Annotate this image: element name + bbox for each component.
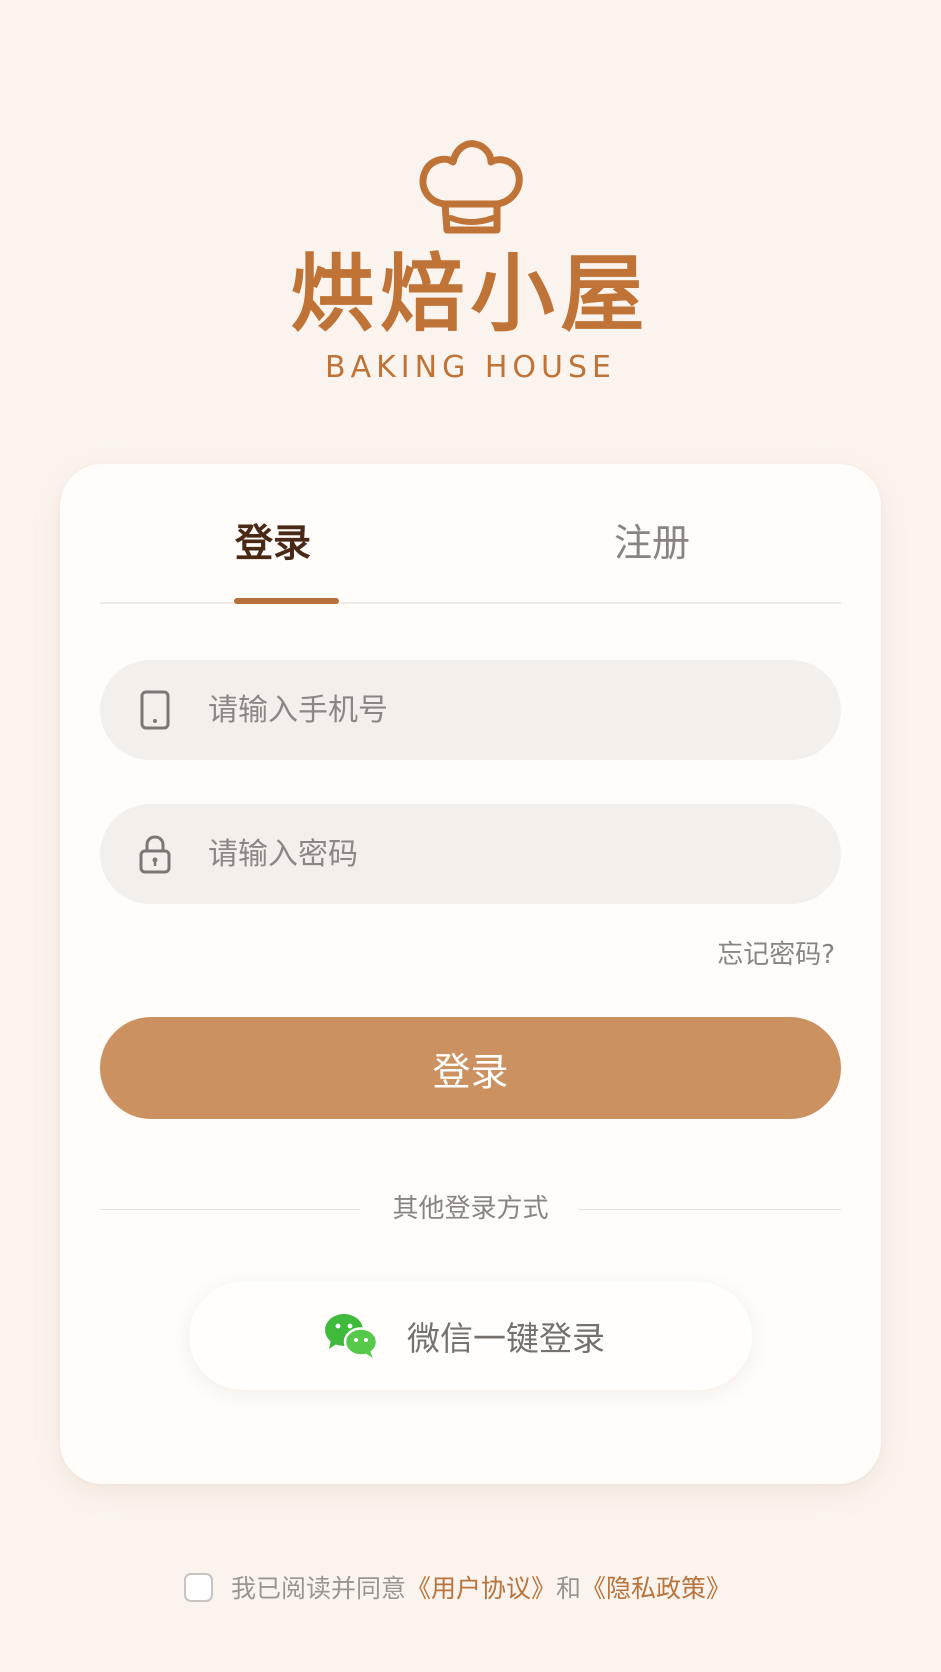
brand-subtitle: BAKING HOUSE — [325, 350, 616, 385]
forgot-password-link[interactable]: 忘记密码? — [717, 934, 835, 971]
divider-line-right — [579, 1209, 841, 1210]
brand-title: 烘焙小屋 — [290, 245, 651, 343]
tab-bar: 登录 注册 — [100, 464, 841, 604]
phone-field[interactable] — [100, 660, 841, 760]
phone-input[interactable] — [208, 692, 768, 728]
wechat-login-button[interactable]: 微信一键登录 — [189, 1282, 752, 1390]
privacy-policy-link[interactable]: 《隐私政策》 — [581, 1569, 731, 1605]
other-login-divider: 其他登录方式 — [100, 1194, 841, 1224]
agreement-checkbox[interactable] — [184, 1572, 213, 1602]
password-field[interactable] — [100, 804, 841, 904]
agreement-prefix: 我已阅读并同意 — [231, 1574, 407, 1603]
active-tab-indicator — [234, 598, 339, 604]
agreement-row: 我已阅读并同意 《用户协议》 和 《隐私政策》 — [184, 1570, 731, 1604]
tab-register[interactable]: 注册 — [614, 520, 690, 566]
tab-login[interactable]: 登录 — [235, 520, 311, 566]
brand-header: 烘焙小屋 BAKING HOUSE — [0, 138, 941, 385]
login-card: 登录 注册 忘记密码? 登录 其他登录方式 — [60, 464, 881, 1484]
wechat-icon — [325, 1314, 379, 1358]
lock-icon — [139, 835, 171, 874]
password-input[interactable] — [208, 836, 768, 872]
phone-icon — [140, 690, 170, 730]
wechat-login-label: 微信一键登录 — [407, 1319, 605, 1358]
login-button[interactable]: 登录 — [100, 1017, 841, 1119]
chef-hat-icon — [419, 140, 523, 234]
agreement-conjunction: 和 — [556, 1574, 582, 1603]
user-agreement-link[interactable]: 《用户协议》 — [406, 1569, 556, 1605]
